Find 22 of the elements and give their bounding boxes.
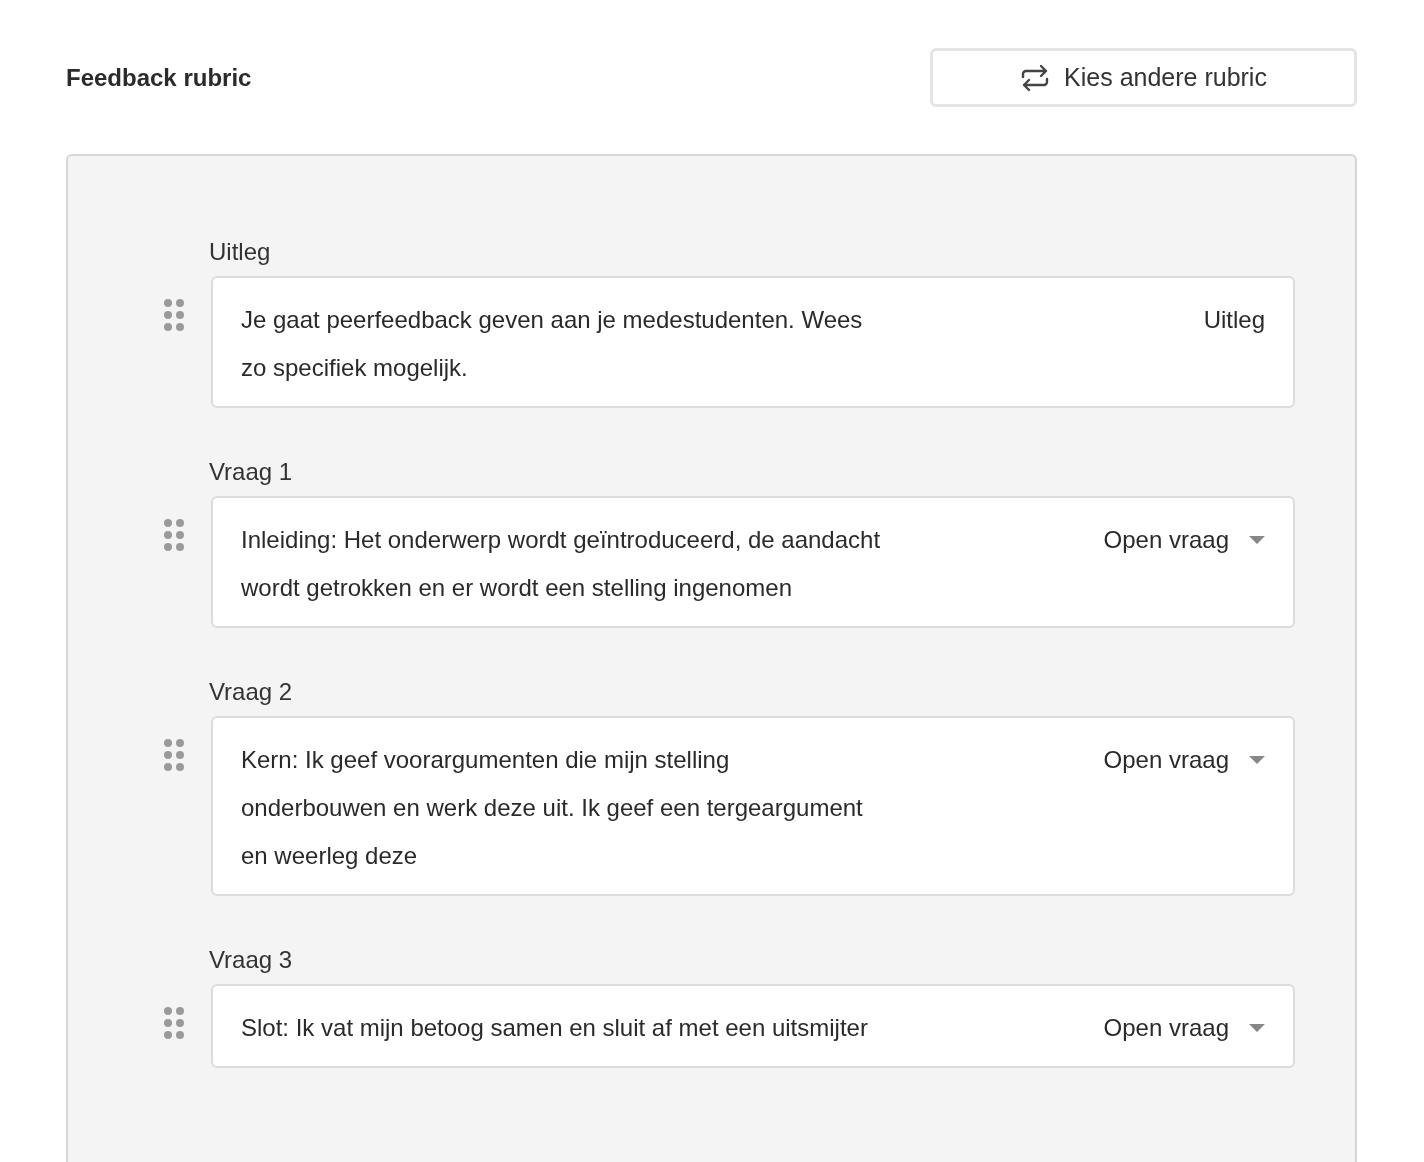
caret-icon	[1249, 1024, 1265, 1032]
item-text: Kern: Ik geef voorargumenten die mijn stelling onderbouwen en werk deze uit. Ik geef een tergeargument en weerleg deze	[241, 745, 864, 871]
drag-handle-icon[interactable]	[163, 738, 185, 772]
item-text: Inleiding: Het onderwerp wordt geïntroduceerd, de aandacht wordt getrokken en er wordt een stelling ingenomen	[241, 525, 881, 603]
type-dropdown[interactable]: Open vraag	[1103, 516, 1265, 564]
page-title: Feedback rubric	[66, 62, 252, 93]
item-label: Vraag 3	[209, 945, 293, 975]
drag-handle-icon[interactable]	[163, 518, 185, 552]
item-text: Slot: Ik vat mijn betoog samen en sluit af met een uitsmijter	[241, 1013, 868, 1043]
item-label: Vraag 2	[209, 677, 293, 707]
item-text: Je gaat peerfeedback geven aan je medestudenten. Wees zo specifiek mogelijk.	[241, 305, 864, 383]
type-dropdown[interactable]: Open vraag	[1103, 736, 1265, 784]
caret-icon	[1249, 536, 1265, 544]
caret-icon	[1249, 756, 1265, 764]
switch-rubric-button[interactable]: Kies andere rubric	[930, 48, 1357, 107]
drag-handle-icon[interactable]	[163, 298, 185, 332]
item-label: Vraag 1	[209, 457, 293, 487]
drag-handle-icon[interactable]	[163, 1006, 185, 1040]
swap-arrows-icon	[1020, 63, 1051, 92]
item-label: Uitleg	[209, 237, 271, 267]
type-dropdown[interactable]: Open vraag	[1103, 1004, 1265, 1052]
type-label: Uitleg	[1203, 305, 1265, 335]
